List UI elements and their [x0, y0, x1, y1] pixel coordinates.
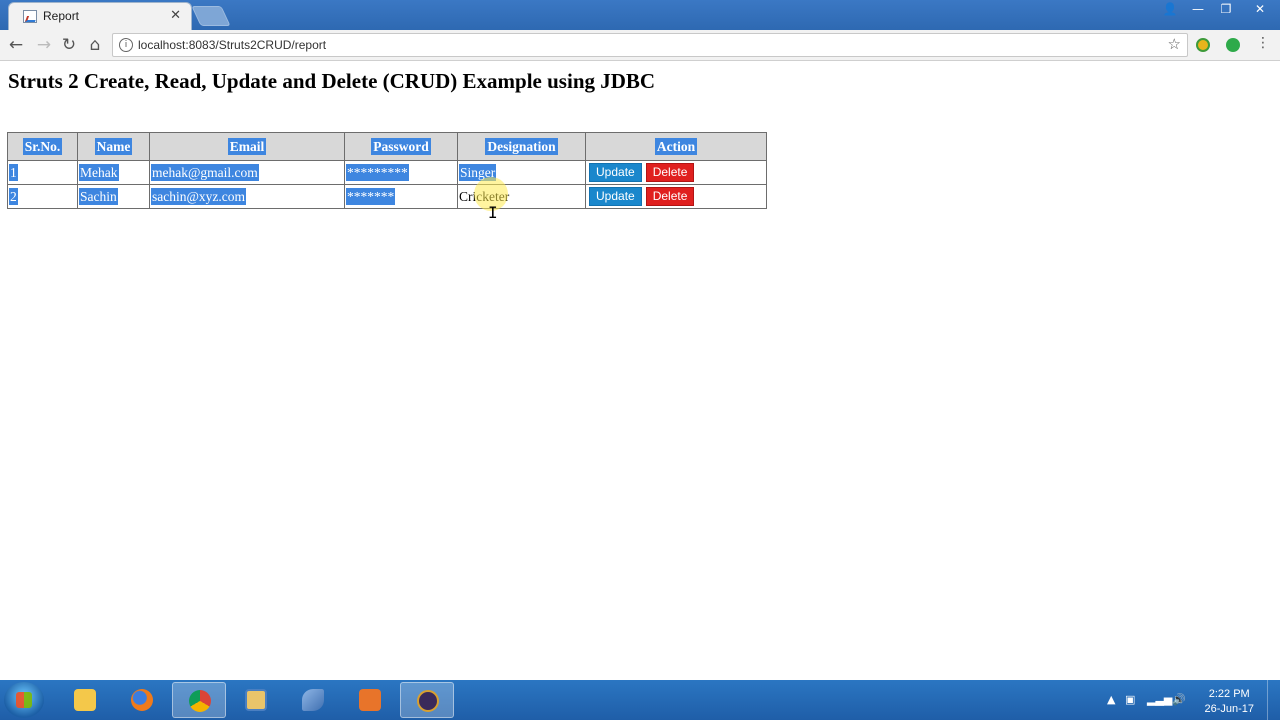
- taskbar-java-app[interactable]: [343, 682, 397, 718]
- window-controls: 👤 — ❐ ✕: [1156, 0, 1280, 20]
- cell-name: Mehak: [77, 160, 150, 185]
- delete-button[interactable]: Delete: [645, 187, 695, 206]
- table-row: 1 Mehak mehak@gmail.com ********* Singer…: [7, 160, 767, 185]
- eclipse-icon: [417, 690, 439, 712]
- forward-icon[interactable]: →: [34, 35, 54, 55]
- cell-action: Update Delete: [585, 160, 767, 185]
- clock-time: 2:22 PM: [1208, 688, 1250, 700]
- tab-title: Report: [43, 9, 80, 23]
- header-password: Password: [344, 132, 458, 161]
- update-button[interactable]: Update: [589, 187, 642, 206]
- taskbar-firefox[interactable]: [115, 682, 169, 718]
- system-tray: ▲ ▣ ▂▃▅ 🔊 2:22 PM 26-Jun-17: [1100, 680, 1280, 720]
- table-row: 2 Sachin sachin@xyz.com ******* Crickete…: [7, 184, 767, 209]
- file-manager-icon: [245, 689, 267, 711]
- header-name: Name: [77, 132, 150, 161]
- header-email: Email: [149, 132, 345, 161]
- restore-button[interactable]: ❐: [1212, 0, 1240, 18]
- cell-action: Update Delete: [585, 184, 767, 209]
- cell-srno: 1: [7, 160, 78, 185]
- tray-expand-icon[interactable]: ▲: [1107, 693, 1115, 706]
- delete-button[interactable]: Delete: [645, 163, 695, 182]
- minimize-button[interactable]: —: [1184, 0, 1212, 18]
- kebab-menu-icon[interactable]: ⋮: [1256, 35, 1270, 51]
- browser-tab-report[interactable]: Report ✕: [8, 2, 192, 30]
- grammarly-icon[interactable]: [1226, 38, 1240, 52]
- cell-designation: Singer: [457, 160, 586, 185]
- volume-icon[interactable]: 🔊: [1172, 693, 1186, 706]
- header-srno: Sr.No.: [7, 132, 78, 161]
- taskbar-windows-explorer[interactable]: [58, 682, 112, 718]
- reload-icon[interactable]: ↻: [59, 35, 79, 55]
- browser-toolbar: ← → ↻ ⌂ i localhost:8083/Struts2CRUD/rep…: [0, 30, 1280, 61]
- windows-taskbar: ▲ ▣ ▂▃▅ 🔊 2:22 PM 26-Jun-17: [0, 680, 1280, 720]
- clock-date: 26-Jun-17: [1204, 703, 1254, 715]
- cell-designation: Cricketer: [457, 184, 586, 209]
- page-favicon-icon: [23, 10, 37, 23]
- java-app-icon: [359, 689, 381, 711]
- start-button[interactable]: [4, 682, 44, 718]
- bookmark-star-icon[interactable]: ☆: [1168, 35, 1181, 53]
- taskbar-file-manager[interactable]: [229, 682, 283, 718]
- address-bar[interactable]: i localhost:8083/Struts2CRUD/report ☆: [112, 33, 1188, 57]
- extension-icon[interactable]: [1196, 38, 1210, 52]
- cell-password: *********: [344, 160, 458, 185]
- chrome-icon: [189, 690, 211, 712]
- new-tab-button[interactable]: [191, 6, 231, 26]
- show-desktop-button[interactable]: [1267, 680, 1280, 720]
- cell-email: mehak@gmail.com: [149, 160, 345, 185]
- close-window-button[interactable]: ✕: [1240, 0, 1280, 18]
- close-tab-icon[interactable]: ✕: [170, 7, 181, 23]
- header-action: Action: [585, 132, 767, 161]
- cell-email: sachin@xyz.com: [149, 184, 345, 209]
- taskbar-java-ee-ide[interactable]: [400, 682, 454, 718]
- browser-titlebar: Report ✕ 👤 — ❐ ✕: [0, 0, 1280, 30]
- header-designation: Designation: [457, 132, 586, 161]
- profile-button[interactable]: 👤: [1156, 0, 1184, 18]
- cell-password: *******: [344, 184, 458, 209]
- update-button[interactable]: Update: [589, 163, 642, 182]
- table-header-row: Sr.No. Name Email Password Designation A…: [7, 132, 767, 161]
- url-text[interactable]: localhost:8083/Struts2CRUD/report: [138, 38, 326, 52]
- info-icon[interactable]: i: [119, 38, 133, 52]
- firefox-icon: [131, 689, 153, 711]
- cell-srno: 2: [7, 184, 78, 209]
- taskbar-chrome[interactable]: [172, 682, 226, 718]
- employee-table: Sr.No. Name Email Password Designation A…: [7, 132, 767, 209]
- back-icon[interactable]: ←: [6, 35, 26, 55]
- network-icon[interactable]: ▂▃▅: [1147, 693, 1172, 706]
- usb-icon[interactable]: ▣: [1125, 693, 1135, 706]
- dolphin-icon: [302, 689, 324, 711]
- clock[interactable]: 2:22 PM 26-Jun-17: [1204, 687, 1254, 717]
- taskbar-dolphin-app[interactable]: [286, 682, 340, 718]
- folder-icon: [74, 689, 96, 711]
- home-icon[interactable]: ⌂: [85, 35, 105, 55]
- cell-name: Sachin: [77, 184, 150, 209]
- page-title: Struts 2 Create, Read, Update and Delete…: [8, 69, 656, 93]
